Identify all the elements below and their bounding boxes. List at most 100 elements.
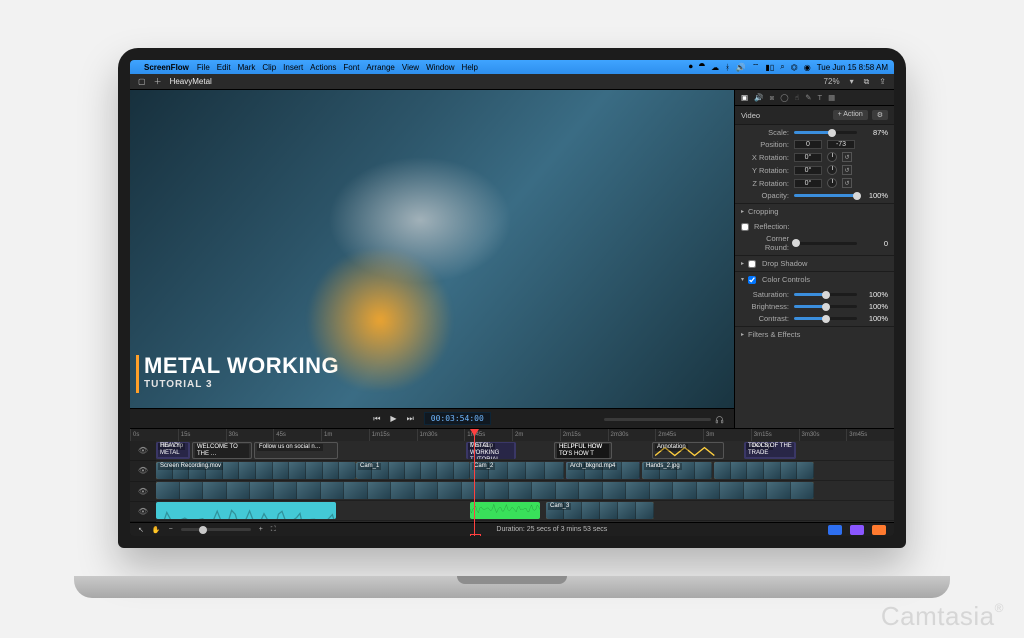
menu-edit[interactable]: Edit bbox=[217, 63, 231, 72]
position-y-field[interactable]: -73 bbox=[827, 140, 855, 149]
tab-audio-icon[interactable]: 🔊 bbox=[754, 93, 763, 102]
xrot-knob[interactable] bbox=[827, 152, 837, 162]
track-head-4[interactable]: 👁 bbox=[130, 502, 156, 522]
tray-wifi-icon[interactable]: ⌔ bbox=[752, 62, 760, 72]
menu-mark[interactable]: Mark bbox=[238, 63, 256, 72]
canvas-preview[interactable]: METAL WORKING TUTORIAL 3 bbox=[130, 90, 734, 408]
tab-callout-icon[interactable]: ◯ bbox=[780, 93, 788, 102]
ruler-mark[interactable]: 3m bbox=[703, 429, 751, 441]
ruler-mark[interactable]: 15s bbox=[178, 429, 226, 441]
tab-touch-icon[interactable]: ☝︎ bbox=[795, 93, 800, 102]
section-dropshadow[interactable]: Drop Shadow bbox=[735, 255, 894, 271]
clip-ann[interactable]: Annotation bbox=[652, 442, 724, 459]
track-head-1[interactable]: 👁 bbox=[130, 441, 156, 461]
menu-clip[interactable]: Clip bbox=[262, 63, 276, 72]
zoom-fit-icon[interactable]: ⛶ bbox=[271, 526, 276, 534]
ruler-mark[interactable]: 1m30s bbox=[417, 429, 465, 441]
hand-tool-icon[interactable]: ✋ bbox=[152, 526, 161, 534]
timeline-lanes[interactable]: Title ClipHEAVY METALWELCOME TO THE …Fol… bbox=[156, 441, 894, 522]
tray-control-center-icon[interactable]: ⏣ bbox=[791, 63, 798, 72]
menu-file[interactable]: File bbox=[197, 63, 210, 72]
playhead[interactable] bbox=[474, 429, 475, 536]
add-action-button[interactable]: + Action bbox=[833, 110, 868, 120]
ruler-mark[interactable]: 2m15s bbox=[560, 429, 608, 441]
ruler-mark[interactable]: 1m15s bbox=[369, 429, 417, 441]
clip-v[interactable]: Cam_3 bbox=[546, 502, 654, 519]
yrot-knob[interactable] bbox=[827, 165, 837, 175]
tray-camera-icon[interactable]: ⏺ bbox=[689, 62, 693, 72]
reflection-checkbox[interactable] bbox=[741, 223, 749, 231]
clip-v[interactable] bbox=[714, 462, 814, 479]
clip-v2[interactable]: Arch_bkgnd.mp4 bbox=[566, 462, 640, 479]
clip-a2[interactable] bbox=[156, 502, 336, 519]
crop-icon[interactable]: ⧉ bbox=[864, 77, 870, 87]
tab-annotations-icon[interactable]: ✎ bbox=[805, 93, 811, 102]
track-head-3[interactable]: 👁 bbox=[130, 482, 156, 502]
clip-v[interactable]: Hands_2.jpg bbox=[642, 462, 712, 479]
pointer-tool-icon[interactable]: ↖ bbox=[138, 526, 144, 534]
section-color-controls[interactable]: Color Controls bbox=[735, 271, 894, 287]
menu-view[interactable]: View bbox=[402, 63, 419, 72]
skip-back-button[interactable]: ⏮ bbox=[373, 414, 380, 424]
menubar-app-name[interactable]: ScreenFlow bbox=[144, 63, 189, 72]
track-head-2[interactable]: 👁 bbox=[130, 461, 156, 481]
tab-text-icon[interactable]: T bbox=[818, 93, 823, 102]
timeline-lane[interactable] bbox=[156, 481, 894, 501]
ruler-mark[interactable]: 3m45s bbox=[846, 429, 894, 441]
brightness-slider[interactable] bbox=[794, 305, 857, 308]
section-filters[interactable]: Filters & Effects bbox=[735, 326, 894, 342]
clip-v[interactable]: Screen Recording.mov bbox=[156, 462, 356, 479]
contrast-slider[interactable] bbox=[794, 317, 857, 320]
clip-thumb[interactable]: HEAVY METAL bbox=[156, 442, 190, 459]
dropshadow-checkbox[interactable] bbox=[748, 260, 756, 268]
ruler-mark[interactable]: 45s bbox=[273, 429, 321, 441]
inspector-settings-gear-icon[interactable]: ⚙ bbox=[872, 110, 888, 120]
timeline-zoom-slider[interactable] bbox=[181, 528, 251, 531]
tab-video-icon[interactable]: ▣ bbox=[741, 93, 748, 102]
zrot-field[interactable]: 0° bbox=[794, 179, 822, 188]
clip-text[interactable]: WELCOME TO THE … bbox=[192, 442, 252, 459]
volume-control[interactable] bbox=[604, 414, 724, 424]
ruler-mark[interactable]: 2m30s bbox=[608, 429, 656, 441]
tab-media-icon[interactable]: ▦ bbox=[828, 93, 835, 102]
menubar-clock[interactable]: Tue Jun 15 8:58 AM bbox=[817, 63, 888, 72]
timeline-ruler[interactable]: 0s15s30s45s1m1m15s1m30s1m45s2m2m15s2m30s… bbox=[130, 429, 894, 441]
yrot-field[interactable]: 0° bbox=[794, 166, 822, 175]
colorcontrols-checkbox[interactable] bbox=[748, 276, 756, 284]
zrot-reset-icon[interactable]: ↺ bbox=[842, 178, 852, 188]
clip-thumb[interactable]: TOOLS OF THE TRADE bbox=[744, 442, 796, 459]
zoom-minus-icon[interactable]: − bbox=[169, 526, 173, 533]
view-mode-2[interactable] bbox=[850, 525, 864, 535]
tray-siri-icon[interactable]: ◉ bbox=[804, 63, 811, 72]
tray-bluetooth-icon[interactable]: ᚼ bbox=[725, 63, 730, 72]
corner-slider[interactable] bbox=[794, 242, 857, 245]
menu-insert[interactable]: Insert bbox=[283, 63, 303, 72]
menu-actions[interactable]: Actions bbox=[310, 63, 336, 72]
timecode-display[interactable]: 00:03:54:00 bbox=[424, 412, 491, 425]
add-media-button[interactable]: ＋ bbox=[154, 76, 162, 87]
clip-text[interactable]: Follow us on social n… bbox=[254, 442, 338, 459]
tray-volume-icon[interactable]: 🔊 bbox=[736, 63, 746, 72]
ruler-mark[interactable]: 1m bbox=[321, 429, 369, 441]
clip-v[interactable] bbox=[156, 482, 814, 499]
ruler-mark[interactable]: 30s bbox=[226, 429, 274, 441]
position-x-field[interactable]: 0 bbox=[794, 140, 822, 149]
menu-window[interactable]: Window bbox=[426, 63, 454, 72]
view-mode-1[interactable] bbox=[828, 525, 842, 535]
menu-arrange[interactable]: Arrange bbox=[366, 63, 394, 72]
timeline-lane[interactable]: Screen Recording.movCam_1Cam_2Arch_bkgnd… bbox=[156, 461, 894, 481]
ruler-mark[interactable]: 2m45s bbox=[655, 429, 703, 441]
opacity-slider[interactable] bbox=[794, 194, 857, 197]
ruler-mark[interactable]: 3m30s bbox=[799, 429, 847, 441]
section-cropping[interactable]: Cropping bbox=[735, 203, 894, 219]
clip-v[interactable]: Cam_2 bbox=[470, 462, 564, 479]
ruler-mark[interactable]: 0s bbox=[130, 429, 178, 441]
tray-cloud-icon[interactable]: ☁︎ bbox=[711, 63, 719, 72]
timeline-lane[interactable]: Title ClipHEAVY METALWELCOME TO THE …Fol… bbox=[156, 441, 894, 461]
clip-text[interactable]: HELPFUL HOW TO'S HOW T bbox=[554, 442, 612, 459]
zoom-dropdown-icon[interactable]: ▾ bbox=[850, 77, 854, 86]
clip-v[interactable]: Cam_1 bbox=[356, 462, 470, 479]
play-button[interactable]: ▶ bbox=[390, 414, 396, 423]
tray-dropbox-icon[interactable]: ⯊ bbox=[699, 62, 705, 72]
tab-screenrec-icon[interactable]: ⧈ bbox=[769, 93, 774, 103]
